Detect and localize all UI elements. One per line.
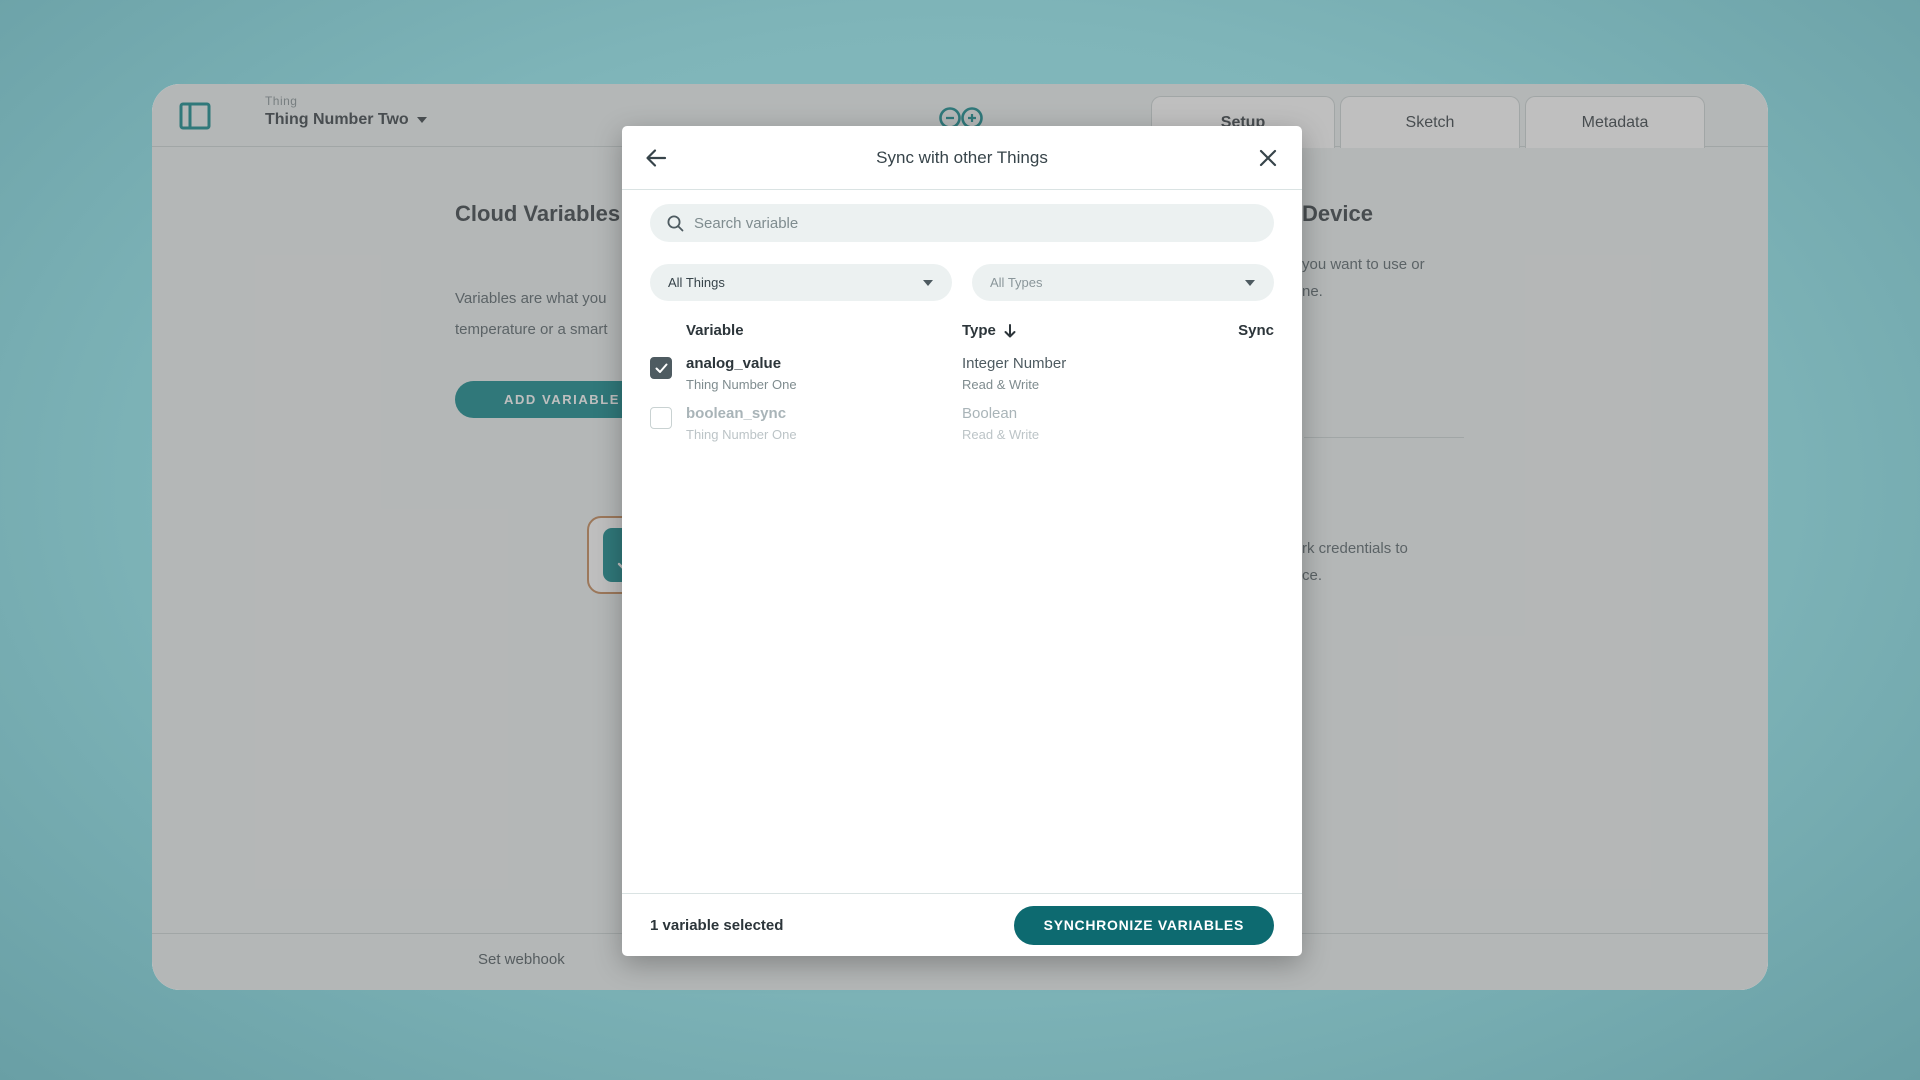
check-icon xyxy=(655,363,668,374)
caret-down-icon xyxy=(1244,279,1256,287)
variable-permission: Read & Write xyxy=(962,427,1210,442)
selection-summary: 1 variable selected xyxy=(650,917,783,934)
modal-header: Sync with other Things xyxy=(622,126,1302,190)
row-checkbox[interactable] xyxy=(650,357,672,379)
caret-down-icon xyxy=(922,279,934,287)
filter-row: All Things All Types xyxy=(650,264,1274,301)
types-filter-value: All Types xyxy=(990,275,1043,290)
search-input[interactable] xyxy=(694,215,1258,232)
variable-thing: Thing Number One xyxy=(686,427,962,442)
table-row: boolean_sync Thing Number One Boolean Re… xyxy=(650,405,1274,442)
table-row: analog_value Thing Number One Integer Nu… xyxy=(650,355,1274,392)
modal-title: Sync with other Things xyxy=(876,148,1048,168)
back-button[interactable] xyxy=(624,126,688,190)
variable-permission: Read & Write xyxy=(962,377,1210,392)
sort-descending-icon xyxy=(1004,324,1016,338)
variable-name: boolean_sync xyxy=(686,405,962,422)
close-icon xyxy=(1259,149,1277,167)
things-filter-value: All Things xyxy=(668,275,725,290)
row-checkbox[interactable] xyxy=(650,407,672,429)
column-header-variable: Variable xyxy=(686,322,962,339)
column-header-type-label: Type xyxy=(962,322,996,339)
search-bar xyxy=(650,204,1274,242)
column-header-sync: Sync xyxy=(1210,322,1274,339)
synchronize-variables-button[interactable]: SYNCHRONIZE VARIABLES xyxy=(1014,906,1274,945)
variable-type: Integer Number xyxy=(962,355,1210,372)
variable-type: Boolean xyxy=(962,405,1210,422)
sync-modal: Sync with other Things All Things All T xyxy=(622,126,1302,956)
variable-thing: Thing Number One xyxy=(686,377,962,392)
modal-body: All Things All Types Variable Type xyxy=(622,190,1302,893)
variable-name: analog_value xyxy=(686,355,962,372)
types-filter-select[interactable]: All Types xyxy=(972,264,1274,301)
things-filter-select[interactable]: All Things xyxy=(650,264,952,301)
column-header-type-sort[interactable]: Type xyxy=(962,322,1210,339)
table-header-row: Variable Type Sync xyxy=(650,322,1274,339)
search-icon xyxy=(666,214,684,232)
back-arrow-icon xyxy=(644,146,668,170)
modal-footer: 1 variable selected SYNCHRONIZE VARIABLE… xyxy=(622,893,1302,956)
close-button[interactable] xyxy=(1236,126,1300,190)
